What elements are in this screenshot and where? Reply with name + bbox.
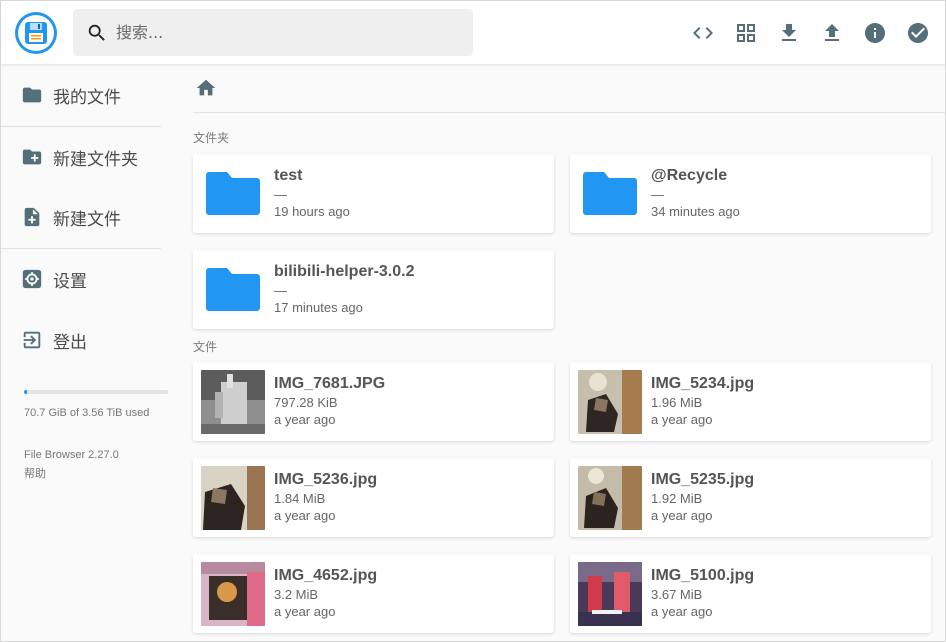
item-modified: a year ago xyxy=(274,604,336,619)
grid-view-icon[interactable] xyxy=(724,1,767,65)
file-card[interactable]: IMG_5236.jpg 1.84 MiB a year ago xyxy=(193,458,554,537)
sidebar-item-new-file[interactable]: 新建文件 xyxy=(1,187,161,247)
folder-card[interactable]: bilibili-helper-3.0.2 — 17 minutes ago xyxy=(193,250,554,329)
item-modified: 34 minutes ago xyxy=(651,204,740,219)
app-logo[interactable] xyxy=(15,12,57,54)
folder-card[interactable]: @Recycle — 34 minutes ago xyxy=(570,154,931,233)
home-icon[interactable] xyxy=(193,75,219,101)
folders-section-label: 文件夹 xyxy=(193,131,230,145)
item-modified: a year ago xyxy=(651,604,713,619)
folder-icon xyxy=(21,84,43,106)
sidebar-item-logout[interactable]: 登出 xyxy=(1,310,161,370)
image-thumbnail xyxy=(201,370,265,434)
files-section-label: 文件 xyxy=(193,340,218,354)
item-name: IMG_5235.jpg xyxy=(651,471,755,488)
sidebar-item-label: 新建文件 xyxy=(53,209,121,230)
item-size: — xyxy=(274,283,287,298)
file-card[interactable]: IMG_4652.jpg 3.2 MiB a year ago xyxy=(193,554,554,633)
logo-inner xyxy=(18,15,54,51)
item-name: bilibili-helper-3.0.2 xyxy=(274,263,415,280)
item-name: IMG_7681.JPG xyxy=(274,375,386,392)
storage-usage-fill xyxy=(24,390,27,394)
storage-usage-text: 70.7 GiB of 3.56 TiB used xyxy=(24,407,150,419)
sidebar: 我的文件 新建文件夹 新建文件 设置 登出 70.7 GiB of 3.56 T… xyxy=(1,65,177,642)
header-actions xyxy=(681,1,945,65)
breadcrumb xyxy=(193,75,945,113)
create-folder-icon xyxy=(21,146,43,168)
search-box[interactable] xyxy=(73,9,473,56)
folder-card[interactable]: test — 19 hours ago xyxy=(193,154,554,233)
item-name: IMG_5234.jpg xyxy=(651,375,755,392)
item-name: IMG_4652.jpg xyxy=(274,567,378,584)
item-modified: 17 minutes ago xyxy=(274,300,363,315)
search-icon xyxy=(86,22,108,44)
item-name: IMG_5100.jpg xyxy=(651,567,755,584)
folder-icon xyxy=(583,172,637,215)
sidebar-item-label: 设置 xyxy=(53,271,87,292)
floppy-disk-icon xyxy=(25,22,47,44)
item-name: IMG_5236.jpg xyxy=(274,471,378,488)
storage-usage-bar xyxy=(24,390,168,394)
item-size: 3.2 MiB xyxy=(274,587,319,602)
note-add-icon xyxy=(21,206,43,228)
item-modified: a year ago xyxy=(651,412,713,427)
sidebar-item-label: 新建文件夹 xyxy=(53,149,138,170)
upload-icon[interactable] xyxy=(810,1,853,65)
sidebar-item-settings[interactable]: 设置 xyxy=(1,249,161,309)
top-bar xyxy=(1,1,945,65)
search-input[interactable] xyxy=(116,23,436,42)
help-link[interactable]: 帮助 xyxy=(24,465,46,481)
file-card[interactable]: IMG_5235.jpg 1.92 MiB a year ago xyxy=(570,458,931,537)
file-listing: 文件夹 test — 19 hours ago @Recycle — 34 mi… xyxy=(177,65,945,642)
file-card[interactable]: IMG_5100.jpg 3.67 MiB a year ago xyxy=(570,554,931,633)
download-icon[interactable] xyxy=(767,1,810,65)
item-modified: a year ago xyxy=(651,508,713,523)
item-size: — xyxy=(274,187,287,202)
info-icon[interactable] xyxy=(853,1,896,65)
sidebar-item-label: 我的文件 xyxy=(53,87,121,108)
folder-icon xyxy=(206,268,260,311)
image-thumbnail xyxy=(578,562,642,626)
item-name: @Recycle xyxy=(651,167,728,184)
item-size: 1.84 MiB xyxy=(274,491,326,506)
image-thumbnail xyxy=(201,466,265,530)
item-size: — xyxy=(651,187,664,202)
app-version: File Browser 2.27.0 xyxy=(24,449,119,461)
check-circle-icon[interactable] xyxy=(896,1,939,65)
item-name: test xyxy=(274,167,303,184)
image-thumbnail xyxy=(201,562,265,626)
sidebar-item-new-folder[interactable]: 新建文件夹 xyxy=(1,127,161,187)
item-size: 1.92 MiB xyxy=(651,491,703,506)
file-card[interactable]: IMG_5234.jpg 1.96 MiB a year ago xyxy=(570,362,931,441)
item-modified: 19 hours ago xyxy=(274,204,350,219)
image-thumbnail xyxy=(578,370,642,434)
logout-icon xyxy=(21,329,43,351)
item-size: 3.67 MiB xyxy=(651,587,703,602)
item-size: 1.96 MiB xyxy=(651,395,703,410)
item-modified: a year ago xyxy=(274,508,336,523)
code-icon[interactable] xyxy=(681,1,724,65)
image-thumbnail xyxy=(578,466,642,530)
item-size: 797.28 KiB xyxy=(274,395,338,410)
sidebar-item-label: 登出 xyxy=(53,332,87,353)
settings-icon xyxy=(21,268,43,290)
file-card[interactable]: IMG_7681.JPG 797.28 KiB a year ago xyxy=(193,362,554,441)
folder-icon xyxy=(206,172,260,215)
sidebar-item-my-files[interactable]: 我的文件 xyxy=(1,65,161,125)
item-modified: a year ago xyxy=(274,412,336,427)
